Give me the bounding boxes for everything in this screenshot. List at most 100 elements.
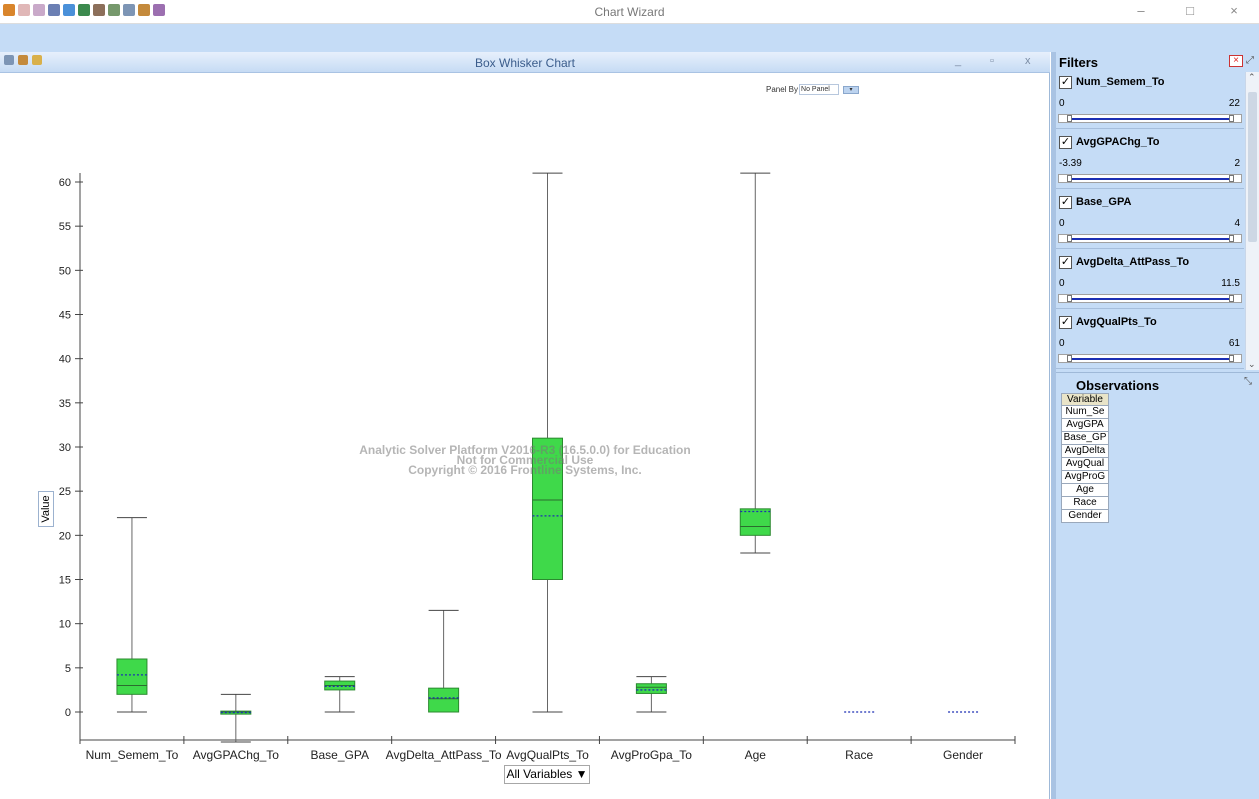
filter-max-handle[interactable]	[1229, 115, 1234, 122]
filter-separator	[1056, 308, 1244, 309]
y-tick-label: 35	[59, 398, 71, 410]
filter-range-slider[interactable]	[1058, 174, 1242, 183]
filters-title: Filters	[1059, 55, 1099, 70]
y-tick-label: 30	[59, 442, 71, 454]
filter-max: 11.5	[1221, 278, 1240, 289]
chart-window: Box Whisker Chart _ ▫ x Panel By No Pane…	[0, 52, 1050, 799]
scroll-down-icon[interactable]: ⌄	[1248, 359, 1256, 370]
watermark-line-3: Copyright © 2016 Frontline Systems, Inc.	[408, 463, 642, 477]
x-axis-variable-select[interactable]: All Variables ▼	[504, 765, 590, 784]
chart-window-title: Box Whisker Chart	[474, 56, 576, 70]
filters-pin-icon[interactable]: ⤢	[1246, 55, 1254, 66]
y-tick-label: 50	[59, 265, 71, 277]
observation-variable-row[interactable]: AvgGPA	[1061, 419, 1109, 432]
y-tick-label: 0	[65, 707, 71, 719]
filters-close-button[interactable]: ×	[1229, 55, 1243, 67]
chart-minimize-button[interactable]: _	[955, 55, 961, 67]
filter-range-slider[interactable]	[1058, 114, 1242, 123]
chart-window-titlebar: Box Whisker Chart _ ▫ x	[0, 52, 1050, 73]
filter-max: 2	[1234, 158, 1240, 169]
scroll-up-icon[interactable]: ⌃	[1248, 72, 1256, 83]
filter-max: 22	[1228, 98, 1240, 109]
title-bar: Chart Wizard – □ ×	[0, 0, 1259, 24]
chart-maximize-button[interactable]: ▫	[990, 55, 994, 67]
filter-max: 4	[1234, 218, 1240, 229]
filter-min: 0	[1059, 338, 1065, 349]
filter-range-fill	[1068, 298, 1231, 300]
filter-range-fill	[1068, 358, 1231, 360]
right-pane: Filters × ⤢ ✓ Num_Semem_To 0 22 ✓ AvgGPAChg_T…	[1051, 52, 1259, 799]
filter-min-handle[interactable]	[1067, 115, 1072, 122]
filter-checkbox[interactable]: ✓	[1059, 316, 1072, 329]
observation-variable-row[interactable]: Gender	[1061, 510, 1109, 523]
filter-range-slider[interactable]	[1058, 294, 1242, 303]
filter-max-handle[interactable]	[1229, 295, 1234, 302]
filter-checkbox[interactable]: ✓	[1059, 196, 1072, 209]
x-tick-label: AvgQualPts_To	[506, 748, 589, 762]
x-tick-label: Base_GPA	[310, 748, 368, 762]
filter-checkbox[interactable]: ✓	[1059, 76, 1072, 89]
filters-panel: Filters × ⤢ ✓ Num_Semem_To 0 22 ✓ AvgGPAChg_T…	[1056, 52, 1259, 370]
filter-max-handle[interactable]	[1229, 235, 1234, 242]
y-tick-label: 5	[65, 663, 71, 675]
filters-scrollbar[interactable]: ⌃ ⌄	[1245, 72, 1259, 370]
filter-min-handle[interactable]	[1067, 355, 1072, 362]
filter-min-handle[interactable]	[1067, 175, 1072, 182]
observation-variable-row[interactable]: Race	[1061, 497, 1109, 510]
filter-range-fill	[1068, 178, 1231, 180]
y-tick-label: 40	[59, 354, 71, 366]
filter-name: AvgQualPts_To	[1076, 316, 1157, 328]
box-iqr[interactable]	[635, 683, 667, 694]
close-button[interactable]: ×	[1219, 3, 1249, 18]
filter-min-handle[interactable]	[1067, 235, 1072, 242]
x-tick-label: Race	[845, 748, 873, 762]
chart-close-button[interactable]: x	[1025, 55, 1031, 67]
filter-separator	[1056, 128, 1244, 129]
box-iqr[interactable]	[428, 687, 460, 713]
filter-min: 0	[1059, 98, 1065, 109]
y-tick-label: 10	[59, 619, 71, 631]
maximize-button[interactable]: □	[1175, 3, 1205, 18]
x-tick-label: AvgDelta_AttPass_To	[386, 748, 502, 762]
filter-min: -3.39	[1059, 158, 1082, 169]
filter-name: AvgDelta_AttPass_To	[1076, 256, 1190, 268]
filter-checkbox[interactable]: ✓	[1059, 256, 1072, 269]
minimize-button[interactable]: –	[1126, 3, 1156, 18]
filter-range-slider[interactable]	[1058, 234, 1242, 243]
filter-item: ✓ AvgQualPts_To 0 61	[1056, 312, 1244, 372]
filter-min-handle[interactable]	[1067, 295, 1072, 302]
filter-max-handle[interactable]	[1229, 355, 1234, 362]
observations-pin-icon[interactable]: ⤡	[1244, 376, 1252, 387]
box-whisker-chart: 0 5 10 15 20 25 30 35 40 45 50 55 60 Num_Semem_To AvgG…	[59, 172, 1016, 762]
filter-min: 0	[1059, 278, 1065, 289]
y-axis-label-box[interactable]: Value	[38, 491, 54, 527]
observation-variable-row[interactable]: AvgDelta	[1061, 445, 1109, 458]
observation-variable-row[interactable]: Age	[1061, 484, 1109, 497]
observation-variable-row[interactable]: AvgQual	[1061, 458, 1109, 471]
app-title: Chart Wizard	[594, 5, 665, 19]
y-tick-label: 20	[59, 530, 71, 542]
box-iqr[interactable]	[739, 508, 771, 536]
observation-variable-row[interactable]: Num_Se	[1061, 406, 1109, 419]
y-tick-label: 60	[59, 177, 71, 189]
x-tick-label: Age	[745, 748, 767, 762]
filter-max-handle[interactable]	[1229, 175, 1234, 182]
observation-variable-row[interactable]: Base_GP	[1061, 432, 1109, 445]
filter-range-slider[interactable]	[1058, 354, 1242, 363]
x-tick-label: AvgProGpa_To	[611, 748, 692, 762]
filter-checkbox[interactable]: ✓	[1059, 136, 1072, 149]
filter-item: ✓ Base_GPA 0 4	[1056, 192, 1244, 252]
filter-separator	[1056, 188, 1244, 189]
observations-header[interactable]: Variable	[1061, 393, 1109, 406]
watermark: Analytic Solver Platform V2016-R3 (16.5.…	[350, 444, 700, 477]
filter-range-fill	[1068, 118, 1231, 120]
scrollbar-thumb[interactable]	[1248, 92, 1257, 242]
observation-variable-row[interactable]: AvgProG	[1061, 471, 1109, 484]
filter-item: ✓ AvgGPAChg_To -3.39 2	[1056, 132, 1244, 192]
filter-item: ✓ AvgDelta_AttPass_To 0 11.5	[1056, 252, 1244, 312]
ribbon-area	[0, 24, 1259, 52]
filter-range-fill	[1068, 238, 1231, 240]
filter-item: ✓ Num_Semem_To 0 22	[1056, 72, 1244, 132]
x-tick-label: Gender	[943, 748, 983, 762]
box-iqr[interactable]	[116, 658, 148, 695]
